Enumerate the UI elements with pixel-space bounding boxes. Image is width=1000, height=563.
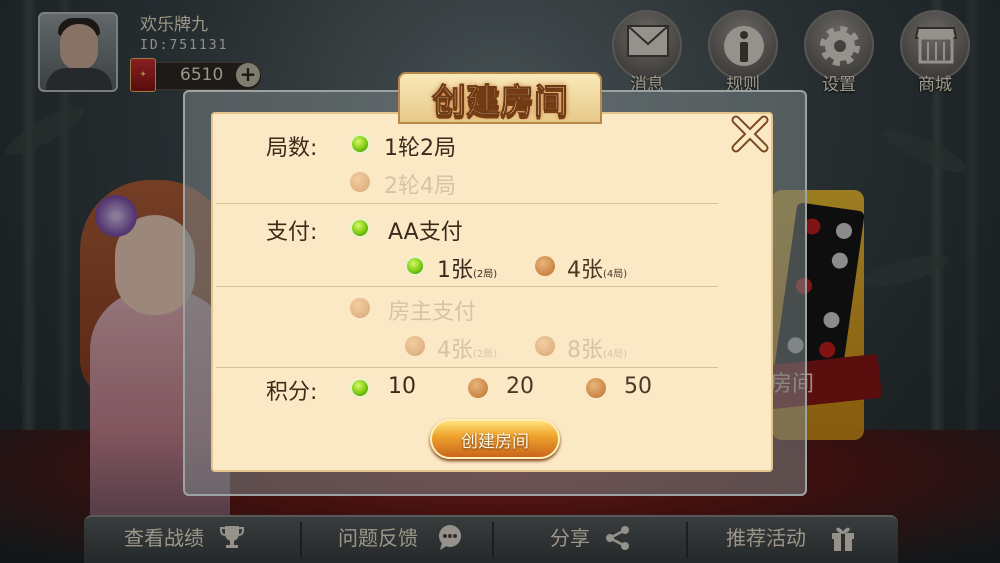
owner-payment-option: 房主支付 bbox=[350, 294, 500, 325]
row-divider bbox=[216, 367, 718, 368]
owner-cards-option-label: 4张(2局) bbox=[437, 338, 498, 363]
score-option-label: 50 bbox=[624, 374, 652, 399]
create-room-button-label: 创建房间 bbox=[461, 432, 529, 452]
owner-cards-option-2: 8张(4局) bbox=[535, 332, 645, 363]
dialog-title: 创建房间 bbox=[432, 82, 569, 123]
radio-disabled-icon bbox=[350, 298, 370, 318]
rounds-label: 局数: bbox=[266, 136, 318, 161]
owner-cards-option-1: 4张(2局) bbox=[405, 332, 515, 363]
aa-cards-option-2[interactable]: 4张(4局) bbox=[535, 252, 645, 283]
payment-label: 支付: bbox=[266, 220, 318, 245]
aa-payment-label: AA支付 bbox=[388, 220, 463, 245]
aa-payment-option[interactable]: AA支付 bbox=[350, 214, 480, 245]
close-icon bbox=[731, 115, 769, 153]
rounds-option-2: 2轮4局 bbox=[350, 168, 470, 199]
radio-disabled-icon bbox=[405, 336, 425, 356]
row-divider bbox=[216, 203, 718, 204]
owner-payment-label: 房主支付 bbox=[388, 300, 477, 325]
row-divider bbox=[216, 286, 718, 287]
rounds-option-1[interactable]: 1轮2局 bbox=[350, 130, 470, 161]
score-option-20[interactable]: 20 bbox=[468, 374, 548, 404]
owner-cards-option-label: 8张(4局) bbox=[567, 338, 628, 363]
radio-disabled-icon bbox=[535, 336, 555, 356]
rounds-option-label: 2轮4局 bbox=[384, 174, 456, 199]
rounds-option-label: 1轮2局 bbox=[384, 136, 456, 161]
score-label: 积分: bbox=[266, 380, 318, 405]
score-option-50[interactable]: 50 bbox=[586, 374, 666, 404]
score-option-10[interactable]: 10 bbox=[350, 374, 430, 404]
score-option-label: 20 bbox=[506, 374, 534, 399]
dialog-content-panel bbox=[211, 112, 773, 472]
radio-unselected-icon bbox=[468, 378, 488, 398]
radio-selected-icon bbox=[405, 256, 425, 276]
radio-selected-icon bbox=[350, 218, 370, 238]
aa-cards-option-label: 4张(4局) bbox=[567, 258, 628, 283]
close-button[interactable] bbox=[728, 112, 772, 156]
aa-cards-option-label: 1张(2局) bbox=[437, 258, 498, 283]
aa-cards-option-1[interactable]: 1张(2局) bbox=[405, 252, 515, 283]
radio-unselected-icon bbox=[586, 378, 606, 398]
radio-disabled-icon bbox=[350, 172, 370, 192]
score-option-label: 10 bbox=[388, 374, 416, 399]
radio-selected-icon bbox=[350, 134, 370, 154]
radio-selected-icon bbox=[350, 378, 370, 398]
radio-unselected-icon bbox=[535, 256, 555, 276]
